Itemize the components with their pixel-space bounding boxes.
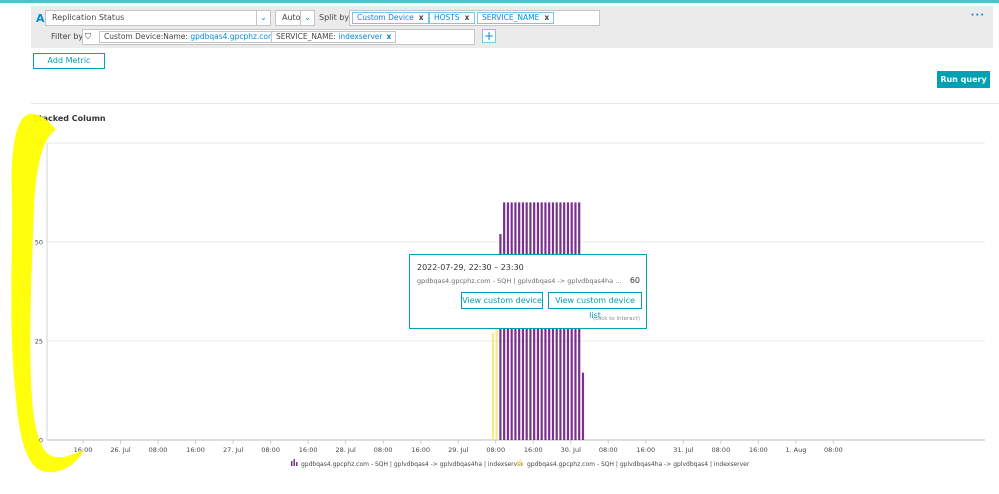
x-tick-label: 16:00 xyxy=(524,446,543,454)
x-tick-label: 16:00 xyxy=(186,446,205,454)
x-tick-label: 08:00 xyxy=(486,446,505,454)
y-tick-label: 25 xyxy=(35,338,43,346)
x-tick-label: 31. Jul xyxy=(673,446,693,454)
x-tick-label: 28. Jul xyxy=(336,446,356,454)
tooltip-value: 60 xyxy=(629,276,640,285)
legend-swatch xyxy=(519,459,521,466)
x-tick-label: 16:00 xyxy=(749,446,768,454)
x-tick-label: 16:00 xyxy=(636,446,655,454)
legend-swatch xyxy=(291,461,293,466)
x-tick-label: 30. Jul xyxy=(561,446,581,454)
legend-swatch xyxy=(293,459,295,466)
tooltip-series-name: gpdbqas4.gpcphz.com - SQH | gplvdbqas4 -… xyxy=(417,277,623,285)
y-tick-label: 50 xyxy=(35,239,43,247)
x-tick-label: 08:00 xyxy=(599,446,618,454)
legend-swatch xyxy=(517,461,519,466)
legend-entry: gpdbqas4.gpcphz.com - SQH | gplvdbqas4 -… xyxy=(301,461,524,468)
x-tick-label: 16:00 xyxy=(74,446,93,454)
x-tick-label: 08:00 xyxy=(711,446,730,454)
x-tick-label: 26. Jul xyxy=(110,446,130,454)
x-tick-label: 29. Jul xyxy=(448,446,468,454)
x-tick-label: 08:00 xyxy=(149,446,168,454)
legend-entry: gpdbqas4.gpcphz.com - SQH | gplvdbqas4ha… xyxy=(527,461,750,468)
stacked-column-chart[interactable]: 0 25 50 75 16:00 26. Jul 08:00 16:00 27. Jul 08:0… xyxy=(0,0,999,494)
view-custom-device-list-button[interactable]: View custom device list xyxy=(548,292,642,320)
legend-swatch xyxy=(522,462,524,466)
chart-tooltip[interactable]: 2022-07-29, 22:30 – 23:30 gpdbqas4.gpcph… xyxy=(409,254,647,329)
x-tick-label: 08:00 xyxy=(824,446,843,454)
chart-bar xyxy=(581,372,585,440)
x-tick-label: 27. Jul xyxy=(223,446,243,454)
tooltip-time: 2022-07-29, 22:30 – 23:30 xyxy=(417,263,524,272)
legend-swatch xyxy=(296,462,298,466)
x-tick-label: 08:00 xyxy=(261,446,280,454)
x-tick-label: 1. Aug xyxy=(785,446,806,454)
view-custom-device-button[interactable]: View custom device xyxy=(461,292,543,309)
x-tick-label: 08:00 xyxy=(374,446,393,454)
x-tick-label: 16:00 xyxy=(299,446,318,454)
chart-bar xyxy=(491,333,495,440)
y-tick-label: 0 xyxy=(39,437,43,445)
tooltip-hint: (click to interact) xyxy=(593,316,640,322)
y-tick-label: 75 xyxy=(35,140,43,148)
x-tick-label: 16:00 xyxy=(411,446,430,454)
chart-bar xyxy=(495,313,498,440)
